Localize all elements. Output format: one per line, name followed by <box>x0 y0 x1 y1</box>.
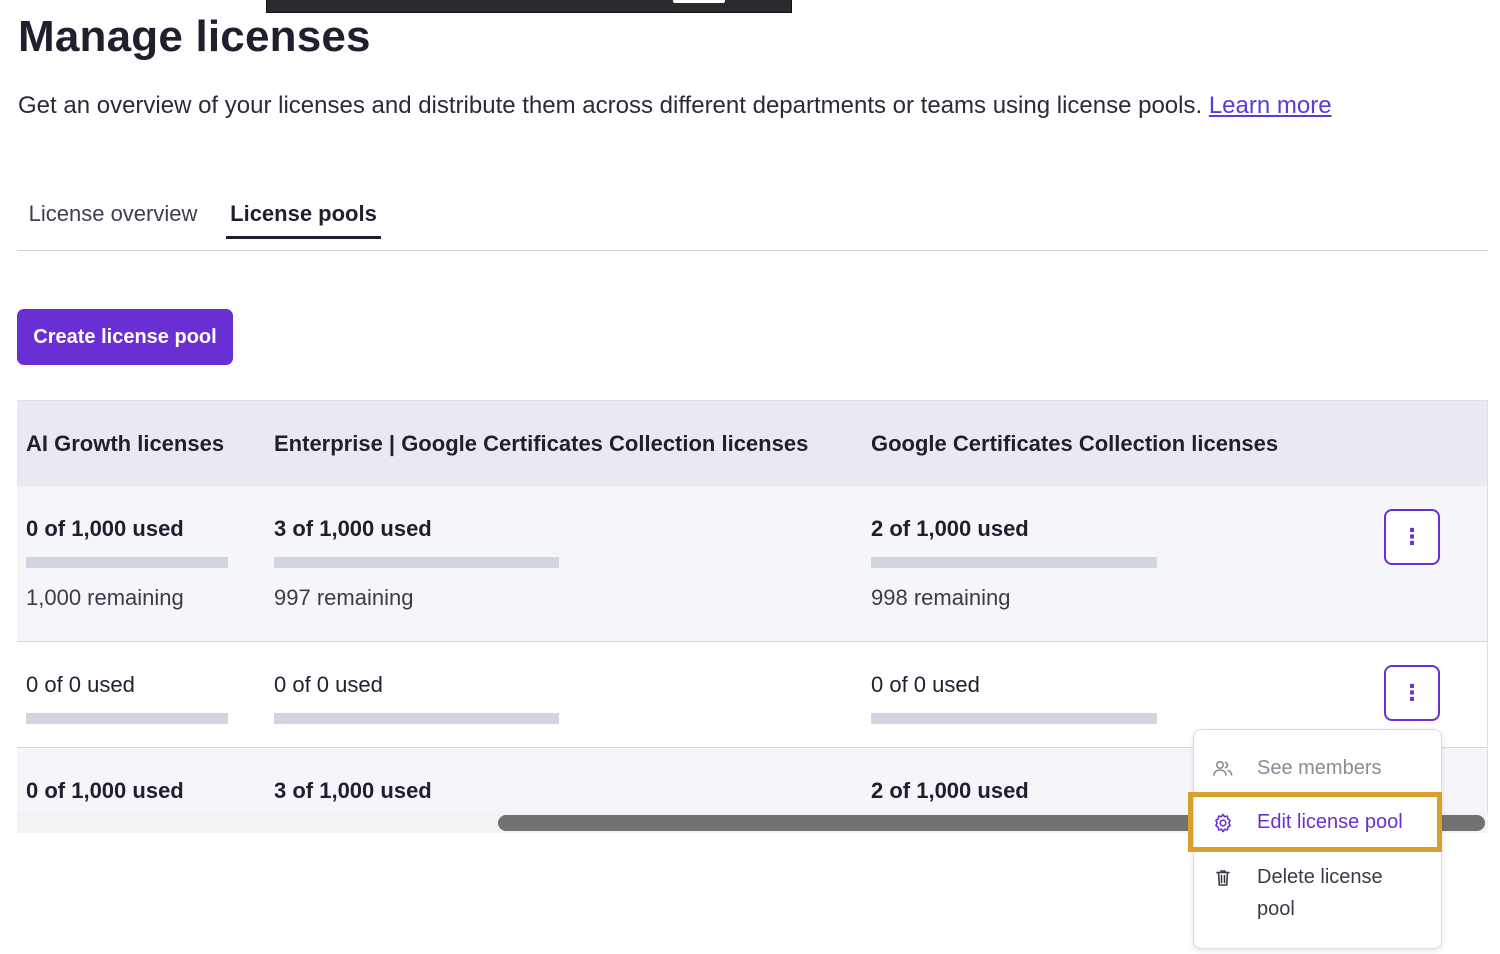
row-actions-menu: See members Edit license pool Delete lic… <box>1193 729 1442 949</box>
usage-text: 0 of 0 used <box>871 672 980 697</box>
row-actions-button-open[interactable]: ⋮ <box>1384 665 1440 721</box>
page-subtitle: Get an overview of your licenses and dis… <box>18 92 1332 120</box>
menu-item-label: Edit license pool <box>1257 811 1403 833</box>
table-row: 0 of 1,000 used 1,000 remaining 3 of 1,0… <box>17 486 1487 642</box>
column-header-enterprise-google: Enterprise | Google Certificates Collect… <box>274 431 809 456</box>
gear-icon <box>1215 813 1231 833</box>
usage-text: 0 of 1,000 used <box>26 778 184 803</box>
usage-bar <box>26 713 228 724</box>
subtitle-text: Get an overview of your licenses and dis… <box>18 92 1203 119</box>
usage-text: 0 of 0 used <box>26 672 135 697</box>
tab-license-overview[interactable]: License overview <box>23 184 203 244</box>
usage-bar <box>274 557 559 568</box>
page-title: Manage licenses <box>18 12 371 61</box>
learn-more-link[interactable]: Learn more <box>1209 92 1332 119</box>
remaining-text: 998 remaining <box>871 585 1011 610</box>
menu-item-label: See members <box>1257 757 1382 779</box>
create-license-pool-button[interactable]: Create license pool <box>17 309 233 365</box>
usage-text: 3 of 1,000 used <box>274 778 432 803</box>
menu-item-label: Delete license pool <box>1257 866 1383 920</box>
usage-bar <box>871 557 1157 568</box>
people-icon <box>1213 760 1233 776</box>
trash-icon <box>1216 870 1230 886</box>
usage-text: 2 of 1,000 used <box>871 778 1029 803</box>
usage-bar <box>274 713 559 724</box>
tab-bar: License overview License pools <box>17 190 1488 251</box>
usage-text: 0 of 0 used <box>274 672 383 697</box>
usage-text: 2 of 1,000 used <box>871 516 1029 541</box>
tab-license-pools[interactable]: License pools <box>226 184 381 244</box>
remaining-text: 997 remaining <box>274 585 414 610</box>
menu-item-edit-license-pool[interactable]: Edit license pool <box>1194 806 1441 840</box>
remaining-text: 1,000 remaining <box>26 585 184 610</box>
menu-item-delete-license-pool[interactable]: Delete license pool <box>1194 861 1441 931</box>
menu-item-see-members[interactable]: See members <box>1194 752 1441 786</box>
column-header-ai-growth: AI Growth licenses <box>26 431 225 456</box>
row-actions-button[interactable]: ⋮ <box>1384 509 1440 565</box>
usage-bar <box>871 713 1157 724</box>
column-header-google-certificates: Google Certificates Collection licenses <box>871 431 1279 456</box>
overlay-handle <box>673 0 725 3</box>
usage-bar <box>26 557 228 568</box>
usage-text: 0 of 1,000 used <box>26 516 184 541</box>
table-header: AI Growth licenses Enterprise | Google C… <box>17 401 1487 487</box>
usage-text: 3 of 1,000 used <box>274 516 432 541</box>
